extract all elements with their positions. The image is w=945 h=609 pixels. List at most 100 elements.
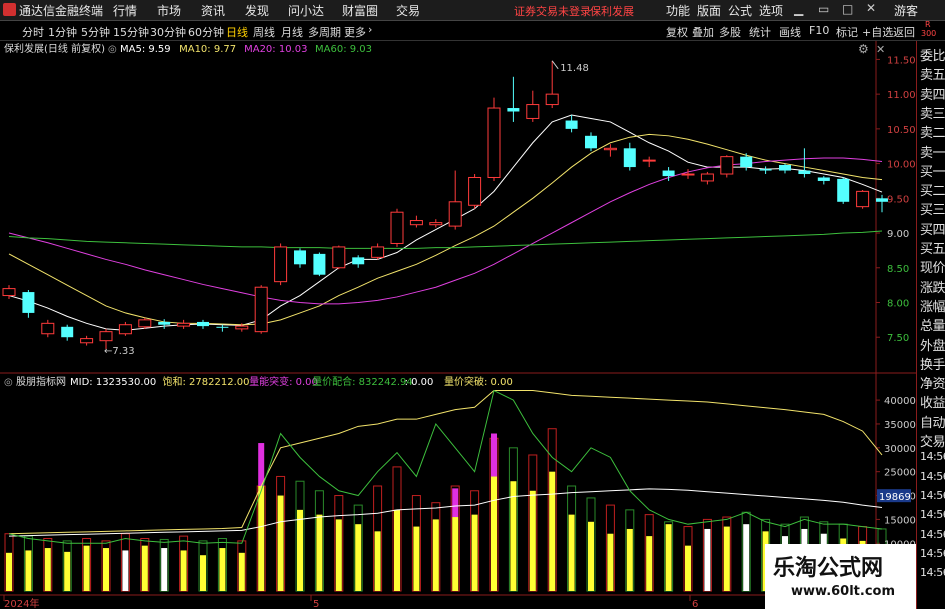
maximize-icon[interactable]: □ <box>842 2 853 16</box>
quote-field: 卖一 <box>920 145 945 161</box>
btn-adjust[interactable]: 复权 <box>666 24 688 40</box>
btn-overlay[interactable]: 叠加 <box>692 24 714 40</box>
candle-body <box>759 169 772 171</box>
indicator-bar <box>588 521 594 591</box>
indicator-bar <box>394 509 400 591</box>
candle-body <box>507 108 520 112</box>
minimize-icon[interactable]: ▁ <box>794 2 803 16</box>
app-title: 通达信金融终端 <box>19 4 104 18</box>
indicator-bar <box>723 526 730 591</box>
quote-field[interactable]: 14:56 <box>920 528 945 541</box>
volume-tick-label: 40000 <box>884 396 916 407</box>
watermark: 乐淘公式网 www.60lt.com <box>765 544 916 609</box>
indicator-bar <box>64 551 71 591</box>
candle-body <box>603 147 617 151</box>
candle-body <box>623 148 636 168</box>
btn-stats[interactable]: 统计 <box>749 24 771 40</box>
candle-body <box>197 321 209 327</box>
candle-body <box>468 176 482 206</box>
btn-multi-stock[interactable]: 多股 <box>719 24 741 40</box>
candle <box>390 208 404 247</box>
more-arrow-icon[interactable]: › <box>368 23 372 36</box>
period-30min[interactable]: 30分钟 <box>150 24 186 40</box>
period-daily[interactable]: 日线 <box>226 24 248 40</box>
quote-field[interactable]: 14:56 <box>920 470 945 483</box>
price-tick-label: 11.00 <box>887 90 916 101</box>
close-icon[interactable]: ✕ <box>866 1 876 15</box>
period-toolbar: 分时 1分钟 5分钟 15分钟 30分钟 60分钟 日线 周线 月线 多周期 更… <box>0 20 945 41</box>
btn-back[interactable]: 返回 <box>893 24 915 40</box>
candle-body <box>720 156 734 175</box>
period-monthly[interactable]: 月线 <box>281 24 303 40</box>
candle-body <box>779 164 791 171</box>
indicator-bar <box>219 548 226 591</box>
breakout-spike <box>452 488 459 518</box>
menu-options[interactable]: 选项 <box>759 2 783 19</box>
candle <box>487 97 501 181</box>
current-value-label: 19869 <box>879 492 911 503</box>
menu-ask[interactable]: 问小达 <box>288 2 324 19</box>
quote-field[interactable]: 14:56 <box>920 508 945 521</box>
quote-field[interactable]: 交易 <box>920 431 945 450</box>
quote-field: 换手 <box>920 357 945 373</box>
trade-login-notice[interactable]: 证券交易未登录 <box>514 3 591 19</box>
quote-sidebar: 委比 卖五 卖四 卖三 卖二 卖一 买一 买二 买三 买四 买五 现价 涨跌 涨幅 总量 外盘 换手 净资 收益 自动… <box>916 41 945 609</box>
indicator-bar <box>141 545 148 591</box>
quote-field[interactable]: 自动 <box>920 412 945 431</box>
quote-field: 委比 <box>920 49 945 64</box>
menu-function[interactable]: 功能 <box>666 2 690 19</box>
period-multi[interactable]: 多周期 <box>308 24 341 40</box>
quote-field: 总量 <box>920 319 945 335</box>
watermark-title: 乐淘公式网 <box>773 556 884 581</box>
indicator-toggle-icon: ◎ <box>4 377 13 388</box>
indicator-legend-3: 量价配合: 832242.94 <box>312 375 413 388</box>
period-more[interactable]: 更多 <box>344 24 366 40</box>
btn-mark[interactable]: 标记 <box>836 24 858 40</box>
period-60min[interactable]: 60分钟 <box>188 24 224 40</box>
indicator-bar <box>432 519 439 591</box>
candle-body <box>545 93 559 106</box>
candle <box>138 317 152 329</box>
ma-legend-3: MA60: 9.03 <box>315 44 372 55</box>
btn-add-watchlist[interactable]: +自选 <box>862 24 893 40</box>
indicator-legend-4: : 0.00 <box>405 377 434 388</box>
indicator-legend-0: MID: 1323530.00 <box>70 377 156 388</box>
indicator-bar <box>491 476 497 591</box>
period-weekly[interactable]: 周线 <box>253 24 275 40</box>
indicator-bar <box>665 524 672 591</box>
menu-market[interactable]: 市场 <box>157 2 181 19</box>
period-1min[interactable]: 1分钟 <box>48 24 77 40</box>
guest-user[interactable]: 游客 <box>894 2 918 19</box>
btn-f10[interactable]: F10 <box>809 24 829 37</box>
menu-discover[interactable]: 发现 <box>245 2 269 19</box>
period-15min[interactable]: 15分钟 <box>113 24 149 40</box>
menu-wealth[interactable]: 财富圈 <box>342 2 378 19</box>
breakout-spike <box>491 433 497 477</box>
quote-field[interactable]: 14:56 <box>920 450 945 463</box>
btn-draw[interactable]: 画线 <box>779 24 801 40</box>
candle <box>468 174 482 209</box>
menu-quotes[interactable]: 行情 <box>113 2 137 19</box>
quote-field: 外盘 <box>920 338 945 354</box>
time-label: 5 <box>313 599 319 609</box>
candle-body <box>294 250 306 265</box>
candle-body <box>22 292 35 313</box>
restore-icon[interactable]: ▭ <box>818 2 829 16</box>
menu-trade[interactable]: 交易 <box>396 2 420 19</box>
candle <box>274 243 288 286</box>
candle <box>332 245 346 270</box>
quote-field[interactable]: 14:56 <box>920 566 945 579</box>
menu-formula[interactable]: 公式 <box>728 2 752 19</box>
menu-news[interactable]: 资讯 <box>201 2 225 19</box>
indicator-bar <box>471 514 478 591</box>
kline-chart[interactable]: 保利发展(日线 前复权) ◎ MA5: 9.59 MA10: 9.77 MA20: 10… <box>0 41 916 609</box>
menu-layout[interactable]: 版面 <box>697 2 721 19</box>
period-timeshare[interactable]: 分时 <box>22 24 44 40</box>
quote-field: 涨跌 <box>920 280 945 296</box>
quote-field: 买三 <box>920 203 945 219</box>
candle-body <box>565 120 578 129</box>
quote-field[interactable]: 14:56 <box>920 489 945 502</box>
candle-body <box>798 170 811 175</box>
period-5min[interactable]: 5分钟 <box>81 24 110 40</box>
quote-field[interactable]: 14:56 <box>920 547 945 560</box>
